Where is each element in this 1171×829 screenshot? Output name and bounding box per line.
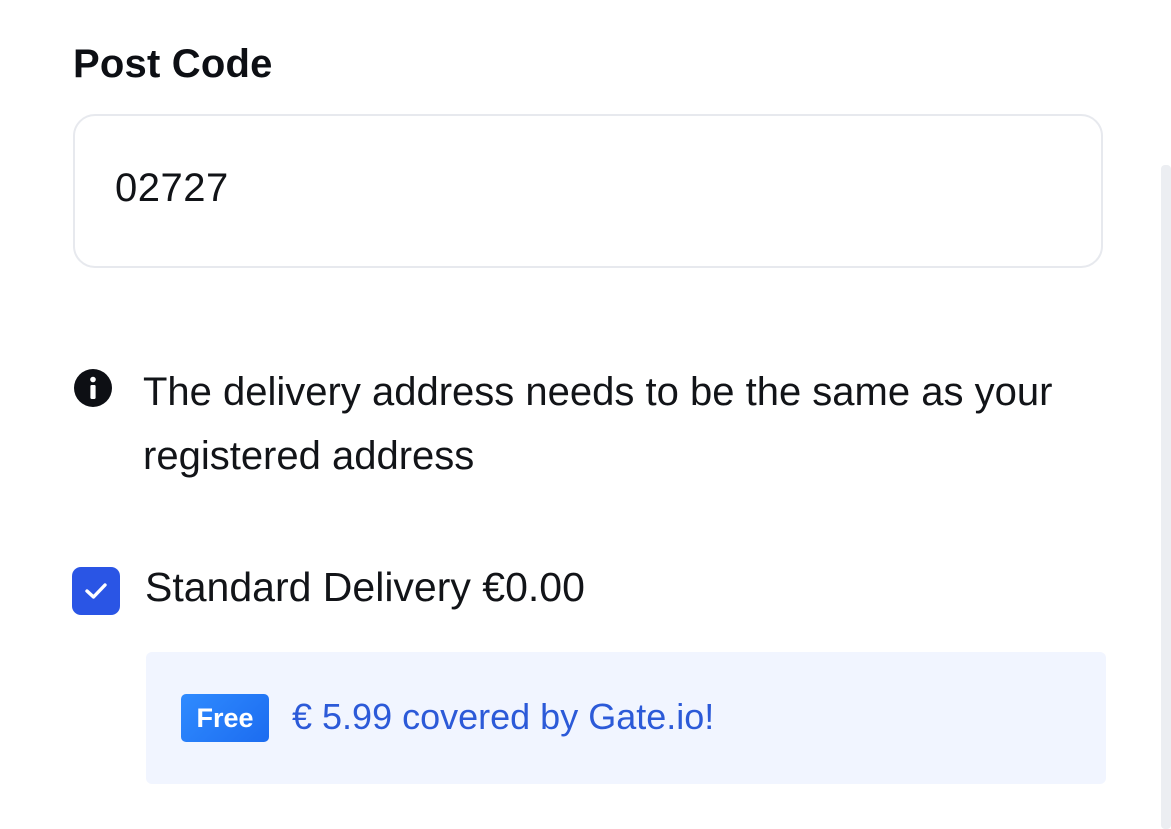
info-icon bbox=[74, 369, 112, 407]
checkmark-icon bbox=[85, 583, 107, 599]
promo-text: € 5.99 covered by Gate.io! bbox=[292, 696, 715, 737]
delivery-form: Post Code 02727 The delivery address nee… bbox=[0, 0, 1171, 829]
free-badge: Free bbox=[181, 694, 269, 742]
delivery-promo-banner: Free € 5.99 covered by Gate.io! bbox=[146, 652, 1106, 784]
post-code-label: Post Code bbox=[73, 42, 273, 86]
address-notice-text: The delivery address needs to be the sam… bbox=[143, 370, 1053, 478]
standard-delivery-label[interactable]: Standard Delivery €0.00 bbox=[145, 564, 585, 611]
scrollbar[interactable] bbox=[1161, 165, 1171, 829]
standard-delivery-checkbox[interactable] bbox=[72, 567, 120, 615]
post-code-value: 02727 bbox=[115, 166, 229, 210]
post-code-input[interactable]: 02727 bbox=[73, 114, 1103, 268]
